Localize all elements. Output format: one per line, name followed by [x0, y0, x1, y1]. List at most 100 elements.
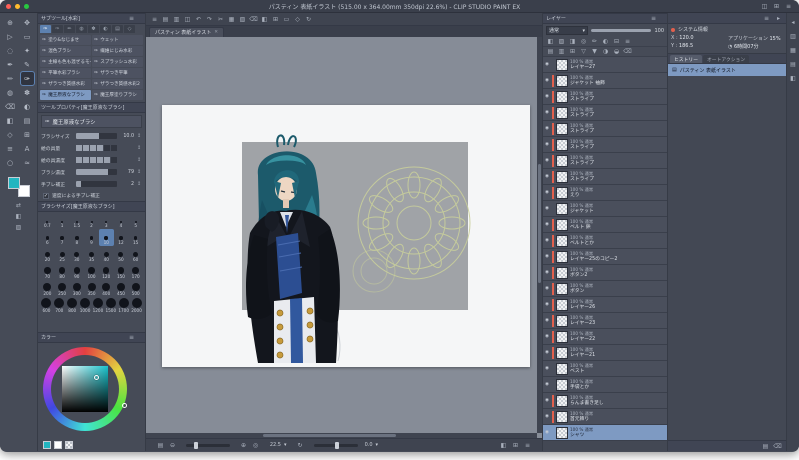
brush-size-cell[interactable]: 100: [84, 263, 99, 280]
layer-visibility-toggle[interactable]: ◉: [544, 142, 550, 147]
layer-visibility-toggle[interactable]: ◉: [544, 334, 550, 339]
subtool-tab-5[interactable]: ✽: [88, 25, 99, 33]
mask-icon[interactable]: ◑: [601, 47, 610, 56]
subtool-tab-2[interactable]: ✑: [52, 25, 63, 33]
move-tool-icon[interactable]: ✥: [21, 16, 34, 29]
subtool-brush-item[interactable]: ✑ ザラつき平筆: [92, 68, 143, 78]
brush-size-cell[interactable]: 12: [114, 229, 129, 246]
brush-size-cell[interactable]: 250: [55, 280, 70, 297]
rotation-value[interactable]: 0.0: [361, 442, 373, 448]
correction-tool-icon[interactable]: ≈: [21, 156, 34, 169]
stepper-icon[interactable]: ↕: [136, 157, 142, 163]
paste-icon[interactable]: ▧: [238, 15, 247, 24]
layer-row[interactable]: ◉ 100 % 通常 レイヤー26: [543, 297, 667, 313]
copy-icon[interactable]: ▦: [227, 15, 236, 24]
brush-size-cell[interactable]: 3: [99, 212, 114, 229]
subtool-brush-item[interactable]: ✑ 塗り&なじませ: [40, 35, 91, 45]
two-pane-icon[interactable]: ⊟: [612, 37, 621, 46]
stepper-icon[interactable]: ↕: [136, 133, 142, 139]
layer-row[interactable]: ◉ 100 % 通常 ボタン: [543, 281, 667, 297]
layer-visibility-toggle[interactable]: ◉: [544, 190, 550, 195]
layer-thumbnail[interactable]: [556, 394, 568, 407]
brush-tool-icon[interactable]: ✑: [19, 71, 35, 86]
brush-size-cell[interactable]: 6: [40, 229, 55, 246]
layer-thumbnail[interactable]: [556, 426, 568, 439]
material-panel-icon[interactable]: ◧: [789, 74, 798, 83]
pixel-grid-icon[interactable]: ⊞: [511, 441, 520, 450]
airbrush-tool-icon[interactable]: ◍: [4, 86, 17, 99]
layer-thumbnail[interactable]: [556, 410, 568, 423]
layer-row[interactable]: ◉ 100 % 通常 シャツ: [543, 425, 667, 441]
panel-menu-icon[interactable]: ≡: [127, 333, 136, 342]
layer-thumbnail[interactable]: [556, 250, 568, 263]
subtool-brush-item[interactable]: ✑ 平筆水彩ブラシ: [40, 68, 91, 78]
fit-screen-icon[interactable]: ▤: [156, 441, 165, 450]
layer-row[interactable]: ◉ 100 % 通常 ストライプ: [543, 153, 667, 169]
subtool-tab-3[interactable]: ✏: [64, 25, 75, 33]
brush-size-cell[interactable]: 150: [114, 263, 129, 280]
layer-thumbnail[interactable]: [556, 170, 568, 183]
layer-thumbnail[interactable]: [556, 362, 568, 375]
blend-mode-select[interactable]: 通常 ▾: [546, 26, 588, 35]
layer-row[interactable]: ◉ 100 % 通常 ストライプ: [543, 105, 667, 121]
subtool-tab-7[interactable]: ▤: [112, 25, 123, 33]
delete-history-icon[interactable]: ⌫: [773, 442, 782, 451]
snapshot-icon[interactable]: ▤: [761, 442, 770, 451]
layer-visibility-toggle[interactable]: ◉: [544, 430, 550, 435]
foreground-swatch[interactable]: [43, 441, 51, 449]
rotate-view-icon[interactable]: ↻: [304, 15, 313, 24]
brush-size-cell[interactable]: 2: [84, 212, 99, 229]
layer-thumbnail[interactable]: [556, 330, 568, 343]
transfer-down-icon[interactable]: ▽: [579, 47, 588, 56]
stepper-icon[interactable]: ↕: [136, 169, 142, 175]
brush-size-cell[interactable]: 1.5: [69, 212, 84, 229]
hue-marker[interactable]: [122, 403, 127, 408]
layer-thumbnail[interactable]: [556, 186, 568, 199]
slider-segments[interactable]: [76, 145, 117, 151]
pencil-tool-icon[interactable]: ✏: [4, 72, 17, 85]
brush-size-cell[interactable]: 1000: [79, 297, 92, 314]
undo-icon[interactable]: ↶: [194, 15, 203, 24]
cut-icon[interactable]: ✂: [216, 15, 225, 24]
switch-colors-icon[interactable]: ⇄: [14, 201, 23, 210]
layer-visibility-toggle[interactable]: ◉: [544, 382, 550, 387]
slider-track[interactable]: [76, 181, 117, 187]
brush-size-cell[interactable]: 40: [99, 246, 114, 263]
layer-row[interactable]: ◉ 100 % 通常 首元飾り: [543, 409, 667, 425]
rotation-slider[interactable]: [313, 441, 358, 449]
autoselect-tool-icon[interactable]: ✦: [21, 44, 34, 57]
zoom-in-icon[interactable]: ⊕: [239, 441, 248, 450]
rotation-dropdown-icon[interactable]: ▾: [376, 442, 379, 448]
layer-thumbnail[interactable]: [556, 122, 568, 135]
layer-visibility-toggle[interactable]: ◉: [544, 318, 550, 323]
new-folder-icon[interactable]: ⊞: [568, 47, 577, 56]
redo-icon[interactable]: ↷: [205, 15, 214, 24]
brush-size-cell[interactable]: 1200: [92, 297, 105, 314]
layer-row[interactable]: ◉ 100 % 通常 レイヤー23: [543, 313, 667, 329]
panel-menu-icon[interactable]: ≡: [127, 14, 136, 23]
transparent-swatch[interactable]: [65, 441, 73, 449]
zoom-tool-icon[interactable]: ⊕: [4, 16, 17, 29]
subtool-tab-6[interactable]: ◐: [100, 25, 111, 33]
layer-visibility-toggle[interactable]: ◉: [544, 62, 550, 67]
operation-tool-icon[interactable]: ▷: [4, 30, 17, 43]
vertical-scrollbar[interactable]: [537, 37, 542, 433]
subtool-brush-item[interactable]: ✑ 魔王厚塗りブラシ: [92, 90, 143, 100]
menu-icon[interactable]: ≡: [150, 15, 159, 24]
layer-thumbnail[interactable]: [556, 218, 568, 231]
brush-size-cell[interactable]: 25: [55, 246, 70, 263]
layer-thumbnail[interactable]: [556, 106, 568, 119]
brush-size-cell[interactable]: 60: [128, 246, 143, 263]
layer-thumbnail[interactable]: [556, 90, 568, 103]
slider-track[interactable]: [76, 133, 117, 139]
layer-row[interactable]: ◉ 100 % 通常 らんま書き足し: [543, 393, 667, 409]
horizontal-scroll-thumb[interactable]: [263, 434, 397, 437]
brush-size-cell[interactable]: 7: [55, 229, 70, 246]
delete-icon[interactable]: ⌫: [249, 15, 258, 24]
layer-visibility-toggle[interactable]: ◉: [544, 78, 550, 83]
layer-row[interactable]: ◉ 100 % 通常 レイヤー27: [543, 57, 667, 73]
checkbox-icon[interactable]: ✓: [43, 192, 49, 199]
brush-size-cell[interactable]: 300: [69, 280, 84, 297]
layer-visibility-toggle[interactable]: ◉: [544, 238, 550, 243]
blend-tool-icon[interactable]: ◐: [21, 100, 34, 113]
